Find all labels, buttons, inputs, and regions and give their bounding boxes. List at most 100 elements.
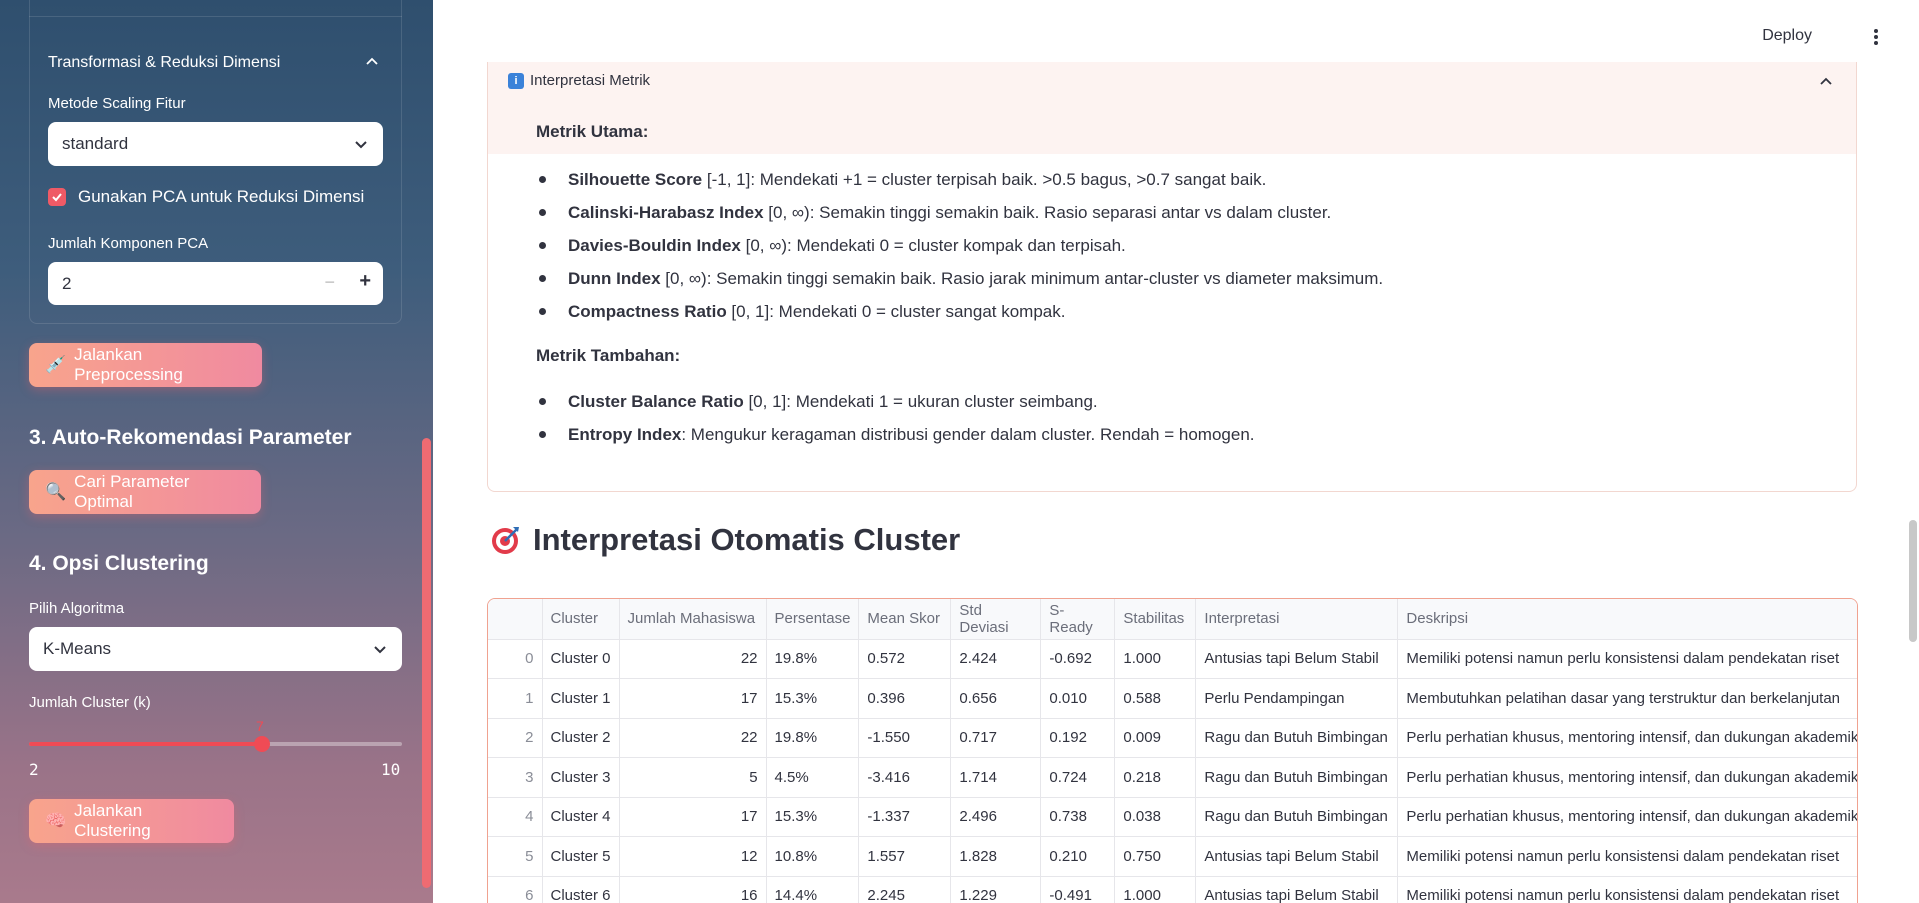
table-row[interactable]: 5 Cluster 5 12 10.8% 1.557 1.828 0.210 0.750 Ant… xyxy=(488,836,1857,877)
table-cell[interactable]: 0.210 xyxy=(1040,836,1116,877)
table-cell[interactable]: Cluster 1 xyxy=(542,678,620,719)
row-index[interactable]: 5 xyxy=(488,836,543,877)
chevron-up-icon[interactable] xyxy=(364,54,380,70)
row-index[interactable]: 2 xyxy=(488,718,543,758)
column-header[interactable]: Deskripsi xyxy=(1397,599,1857,640)
table-cell[interactable]: 0.588 xyxy=(1114,678,1197,719)
table-cell[interactable]: 22 xyxy=(619,639,767,679)
table-cell[interactable]: Cluster 3 xyxy=(542,757,620,798)
pca-checkbox-row[interactable]: Gunakan PCA untuk Reduksi Dimensi xyxy=(48,187,364,207)
column-header[interactable]: Interpretasi xyxy=(1195,599,1399,640)
table-row[interactable]: 1 Cluster 1 17 15.3% 0.396 0.656 0.010 0.588 Per… xyxy=(488,678,1857,719)
increment-button[interactable]: + xyxy=(359,270,371,293)
pca-components-input[interactable]: 2 − + xyxy=(48,262,383,305)
row-index[interactable]: 0 xyxy=(488,639,543,679)
column-header[interactable]: S-Ready xyxy=(1040,599,1116,640)
table-cell[interactable]: Memiliki potensi namun perlu konsistensi… xyxy=(1397,836,1857,877)
column-header[interactable]: Jumlah Mahasiswa xyxy=(619,599,767,640)
table-cell[interactable]: 4.5% xyxy=(766,757,860,798)
table-cell[interactable]: Perlu Pendampingan xyxy=(1195,678,1399,719)
table-cell[interactable]: -0.491 xyxy=(1040,876,1116,903)
table-row[interactable]: 6 Cluster 6 16 14.4% 2.245 1.229 -0.491 1.000 An… xyxy=(488,876,1857,903)
table-cell[interactable]: Ragu dan Butuh Bimbingan xyxy=(1195,718,1399,758)
table-cell[interactable]: 1.000 xyxy=(1114,876,1197,903)
table-cell[interactable]: Memiliki potensi namun perlu konsistensi… xyxy=(1397,876,1857,903)
table-cell[interactable]: 17 xyxy=(619,678,767,719)
table-cell[interactable]: 0.396 xyxy=(858,678,952,719)
decrement-button[interactable]: − xyxy=(324,272,335,293)
table-cell[interactable]: 0.656 xyxy=(950,678,1042,719)
table-cell[interactable]: -1.337 xyxy=(858,797,952,837)
table-cell[interactable]: 2.245 xyxy=(858,876,952,903)
chevron-up-icon[interactable] xyxy=(1818,74,1834,90)
table-cell[interactable]: 14.4% xyxy=(766,876,860,903)
table-row[interactable]: 0 Cluster 0 22 19.8% 0.572 2.424 -0.692 1.000 An… xyxy=(488,639,1857,679)
row-index[interactable]: 1 xyxy=(488,678,543,719)
metric-expander-title-row[interactable]: i Interpretasi Metrik xyxy=(508,72,650,89)
more-menu-icon[interactable] xyxy=(1873,27,1879,47)
sidebar-scrollbar[interactable] xyxy=(422,438,431,888)
column-header[interactable]: Std Deviasi xyxy=(950,599,1042,640)
table-cell[interactable]: 0.738 xyxy=(1040,797,1116,837)
table-cell[interactable]: 19.8% xyxy=(766,639,860,679)
table-cell[interactable]: Cluster 0 xyxy=(542,639,620,679)
table-cell[interactable]: Antusias tapi Belum Stabil xyxy=(1195,639,1399,679)
table-cell[interactable]: 1.000 xyxy=(1114,639,1197,679)
transform-expander-title[interactable]: Transformasi & Reduksi Dimensi xyxy=(48,54,280,72)
table-cell[interactable]: 0.192 xyxy=(1040,718,1116,758)
table-cell[interactable]: Cluster 4 xyxy=(542,797,620,837)
table-cell[interactable]: Memiliki potensi namun perlu konsistensi… xyxy=(1397,639,1857,679)
main-scrollbar[interactable] xyxy=(1909,520,1917,642)
algorithm-select[interactable]: K-Means xyxy=(29,627,402,671)
table-cell[interactable]: Perlu perhatian khusus, mentoring intens… xyxy=(1397,718,1857,758)
table-cell[interactable]: Cluster 2 xyxy=(542,718,620,758)
table-cell[interactable]: Cluster 5 xyxy=(542,836,620,877)
scaling-method-select[interactable]: standard xyxy=(48,122,383,166)
table-cell[interactable]: 0.218 xyxy=(1114,757,1197,798)
cluster-table[interactable]: Cluster Jumlah Mahasiswa Persentase Mean Sk… xyxy=(487,598,1858,903)
table-cell[interactable]: Membutuhkan pelatihan dasar yang terstru… xyxy=(1397,678,1857,719)
table-cell[interactable]: 1.557 xyxy=(858,836,952,877)
table-cell[interactable]: 2.424 xyxy=(950,639,1042,679)
table-cell[interactable]: 16 xyxy=(619,876,767,903)
table-row[interactable]: 4 Cluster 4 17 15.3% -1.337 2.496 0.738 0.038 Ra… xyxy=(488,797,1857,837)
table-cell[interactable]: 0.010 xyxy=(1040,678,1116,719)
row-index[interactable]: 6 xyxy=(488,876,543,903)
row-index[interactable]: 3 xyxy=(488,757,543,798)
table-cell[interactable]: 0.717 xyxy=(950,718,1042,758)
table-cell[interactable]: -1.550 xyxy=(858,718,952,758)
run-clustering-button[interactable]: 🧠 Jalankan Clustering xyxy=(29,799,234,843)
table-cell[interactable]: 2.496 xyxy=(950,797,1042,837)
table-cell[interactable]: 0.009 xyxy=(1114,718,1197,758)
table-cell[interactable]: 1.714 xyxy=(950,757,1042,798)
table-cell[interactable]: Ragu dan Butuh Bimbingan xyxy=(1195,757,1399,798)
table-cell[interactable]: Perlu perhatian khusus, mentoring intens… xyxy=(1397,757,1857,798)
table-cell[interactable]: 15.3% xyxy=(766,797,860,837)
row-index[interactable]: 4 xyxy=(488,797,543,837)
k-slider-thumb[interactable] xyxy=(254,736,271,752)
column-header[interactable]: Persentase xyxy=(766,599,860,640)
table-cell[interactable]: 5 xyxy=(619,757,767,798)
table-cell[interactable]: Ragu dan Butuh Bimbingan xyxy=(1195,797,1399,837)
table-cell[interactable]: Cluster 6 xyxy=(542,876,620,903)
table-cell[interactable]: 0.038 xyxy=(1114,797,1197,837)
table-cell[interactable]: Perlu perhatian khusus, mentoring intens… xyxy=(1397,797,1857,837)
table-cell[interactable]: 0.724 xyxy=(1040,757,1116,798)
find-optimal-params-button[interactable]: 🔍 Cari Parameter Optimal xyxy=(29,470,261,514)
column-header[interactable]: Cluster xyxy=(542,599,620,640)
table-cell[interactable]: 17 xyxy=(619,797,767,837)
k-slider-track[interactable] xyxy=(29,736,402,752)
table-cell[interactable]: 1.828 xyxy=(950,836,1042,877)
column-header[interactable]: Stabilitas xyxy=(1114,599,1197,640)
table-cell[interactable]: 10.8% xyxy=(766,836,860,877)
pca-checkbox[interactable] xyxy=(48,188,66,206)
table-cell[interactable]: 1.229 xyxy=(950,876,1042,903)
metric-expander-header[interactable] xyxy=(488,62,1856,154)
run-preprocessing-button[interactable]: 💉 Jalankan Preprocessing xyxy=(29,343,262,387)
deploy-button[interactable]: Deploy xyxy=(1762,27,1812,45)
column-header[interactable]: Mean Skor xyxy=(858,599,952,640)
table-cell[interactable]: 0.750 xyxy=(1114,836,1197,877)
table-cell[interactable]: 15.3% xyxy=(766,678,860,719)
table-cell[interactable]: Antusias tapi Belum Stabil xyxy=(1195,836,1399,877)
table-cell[interactable]: 12 xyxy=(619,836,767,877)
